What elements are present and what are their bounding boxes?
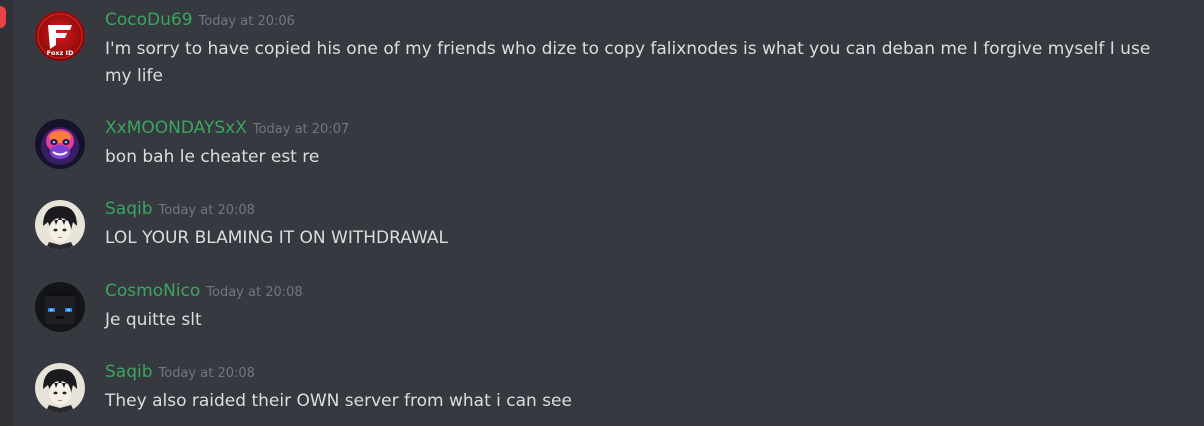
message-text: They also raided their OWN server from w… bbox=[105, 391, 572, 411]
username[interactable]: XxMOONDAYSxX bbox=[105, 118, 247, 138]
username[interactable]: Saqib bbox=[105, 362, 153, 382]
message-text: Je quitte slt bbox=[105, 310, 202, 330]
username[interactable]: CosmoNico bbox=[105, 281, 200, 301]
message-list[interactable]: Foxz ID CocoDu69 Today at 20:06 I'm sorry… bbox=[14, 0, 1204, 426]
notification-indicator-icon bbox=[0, 6, 6, 28]
server-rail bbox=[0, 0, 14, 426]
timestamp[interactable]: Today at 20:07 bbox=[253, 122, 349, 137]
anime-boy-avatar[interactable] bbox=[35, 200, 85, 250]
avatar-caption: Foxz ID bbox=[47, 49, 74, 57]
neon-gorilla-avatar[interactable] bbox=[35, 119, 85, 169]
timestamp[interactable]: Today at 20:08 bbox=[159, 366, 255, 381]
message-text: bon bah le cheater est re bbox=[105, 147, 320, 167]
timestamp[interactable]: Today at 20:06 bbox=[199, 14, 295, 29]
username[interactable]: CocoDu69 bbox=[105, 10, 193, 30]
message-text: I'm sorry to have copied his one of my f… bbox=[105, 39, 1151, 86]
message-text: LOL YOUR BLAMING IT ON WITHDRAWAL bbox=[105, 228, 448, 248]
red-gaming-logo-avatar[interactable]: Foxz ID bbox=[35, 11, 85, 61]
timestamp[interactable]: Today at 20:08 bbox=[159, 203, 255, 218]
username[interactable]: Saqib bbox=[105, 199, 153, 219]
dark-pixel-face-avatar[interactable] bbox=[35, 282, 85, 332]
anime-boy-avatar[interactable] bbox=[35, 363, 85, 413]
timestamp[interactable]: Today at 20:08 bbox=[206, 285, 302, 300]
